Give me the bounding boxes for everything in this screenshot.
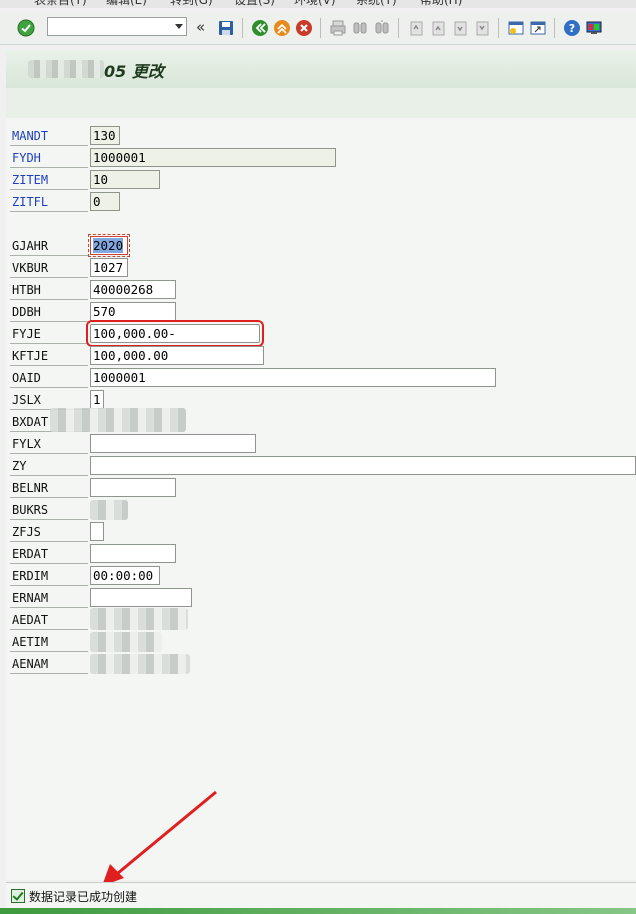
field-label: ZITFL (12, 195, 49, 209)
field-label: AETIM (12, 635, 49, 649)
help-icon[interactable]: ? (563, 19, 581, 37)
next-page-icon[interactable] (451, 19, 469, 37)
application-toolbar (6, 88, 636, 119)
mandt-field[interactable]: 130 (90, 126, 120, 145)
field-label: ZY (12, 459, 27, 473)
menu-table-entry[interactable]: 表条目(T) (34, 0, 87, 8)
field-label: FYJE (12, 327, 41, 341)
field-label: ZFJS (12, 525, 41, 539)
field-label: ZITEM (12, 173, 49, 187)
table-entry-form: MANDT 130 FYDH 1000001 ZITEM 10 ZITFL 0 … (6, 118, 636, 880)
toolbar-separator (554, 18, 555, 38)
title-bar: 05 更改 (6, 50, 636, 89)
menu-environment[interactable]: 环境(V) (294, 0, 336, 8)
create-session-icon[interactable] (507, 19, 525, 37)
toolbar-separator (498, 18, 499, 38)
toolbar-separator (242, 18, 243, 38)
field-label: HTBH (12, 283, 41, 297)
redacted-area (90, 632, 162, 652)
vkbur-field[interactable]: 1027 (90, 258, 128, 277)
jslx-field[interactable]: 1 (90, 390, 104, 409)
field-label: FYLX (12, 437, 41, 451)
find-icon[interactable] (351, 19, 369, 37)
save-icon[interactable] (217, 19, 235, 37)
field-label: BXDAT (12, 415, 49, 429)
kftje-field[interactable]: 100,000.00 (90, 346, 264, 365)
bottom-strip (0, 908, 636, 914)
back-icon[interactable] (251, 19, 269, 37)
htbh-field[interactable]: 40000268 (90, 280, 176, 299)
cancel-icon[interactable] (295, 19, 313, 37)
menu-edit[interactable]: 编辑(E) (106, 0, 147, 8)
status-bar: 数据记录已成功创建 (6, 882, 636, 909)
zfjs-field[interactable] (90, 522, 104, 541)
print-icon[interactable] (329, 19, 347, 37)
menu-goto[interactable]: 转到(G) (170, 0, 213, 8)
gjahr-value: 2020 (93, 238, 124, 253)
find-next-icon[interactable] (373, 19, 391, 37)
menu-settings[interactable]: 设置(S) (234, 0, 275, 8)
check-icon[interactable] (17, 19, 35, 37)
customize-icon[interactable] (585, 19, 603, 37)
field-label: AEDAT (12, 613, 49, 627)
belnr-field[interactable] (90, 478, 176, 497)
success-check-icon (11, 889, 25, 903)
field-label: ERDAT (12, 547, 49, 561)
redacted-area (50, 408, 186, 432)
field-label: JSLX (12, 393, 41, 407)
svg-text:?: ? (569, 22, 575, 35)
command-field[interactable] (47, 17, 187, 36)
toolbar-separator (320, 18, 321, 38)
menu-bar: 表条目(T) 编辑(E) 转到(G) 设置(S) 环境(V) 系统(Y) 帮助(… (0, 0, 636, 8)
gjahr-field[interactable]: 2020 (88, 234, 130, 257)
zy-field[interactable] (90, 456, 636, 475)
field-label: DDBH (12, 305, 41, 319)
prev-page-icon[interactable] (429, 19, 447, 37)
field-label: OAID (12, 371, 41, 385)
redacted-area (90, 500, 128, 520)
status-text: 数据记录已成功创建 (29, 889, 138, 904)
ernam-field[interactable] (90, 588, 192, 607)
shortcut-icon[interactable] (529, 19, 547, 37)
redacted-area (90, 608, 188, 630)
fylx-field[interactable] (90, 434, 256, 453)
fydh-field[interactable]: 1000001 (90, 148, 336, 167)
oaid-field[interactable]: 1000001 (90, 368, 496, 387)
field-label: KFTJE (12, 349, 49, 363)
field-label: FYDH (12, 151, 41, 165)
menu-system[interactable]: 系统(Y) (356, 0, 397, 8)
field-label: BELNR (12, 481, 49, 495)
field-label: AENAM (12, 657, 49, 671)
menu-help[interactable]: 帮助(H) (420, 0, 462, 8)
field-label: MANDT (12, 129, 49, 143)
ddbh-field[interactable]: 570 (90, 302, 176, 321)
toolbar-separator (398, 18, 399, 38)
chevron-down-icon[interactable] (175, 24, 183, 29)
field-label: VKBUR (12, 261, 49, 275)
status-message[interactable]: 数据记录已成功创建 (11, 887, 137, 905)
standard-toolbar: « ? (0, 14, 636, 45)
field-label: GJAHR (12, 239, 49, 253)
field-label: BUKRS (12, 503, 49, 517)
first-page-icon[interactable] (407, 19, 425, 37)
zitem-field[interactable]: 10 (90, 170, 160, 189)
page-title: 05 更改 (104, 62, 164, 81)
last-page-icon[interactable] (473, 19, 491, 37)
fyje-field[interactable]: 100,000.00- (86, 320, 264, 347)
exit-icon[interactable] (273, 19, 291, 37)
redacted-area (90, 654, 190, 674)
erdim-field[interactable]: 00:00:00 (90, 566, 160, 585)
erdat-field[interactable] (90, 544, 176, 563)
field-label: ERDIM (12, 569, 49, 583)
redacted-area (28, 60, 104, 78)
annotation-arrow-icon (102, 790, 217, 886)
collapse-icon[interactable]: « (196, 18, 214, 36)
zitfl-field[interactable]: 0 (90, 192, 120, 211)
field-label: ERNAM (12, 591, 49, 605)
